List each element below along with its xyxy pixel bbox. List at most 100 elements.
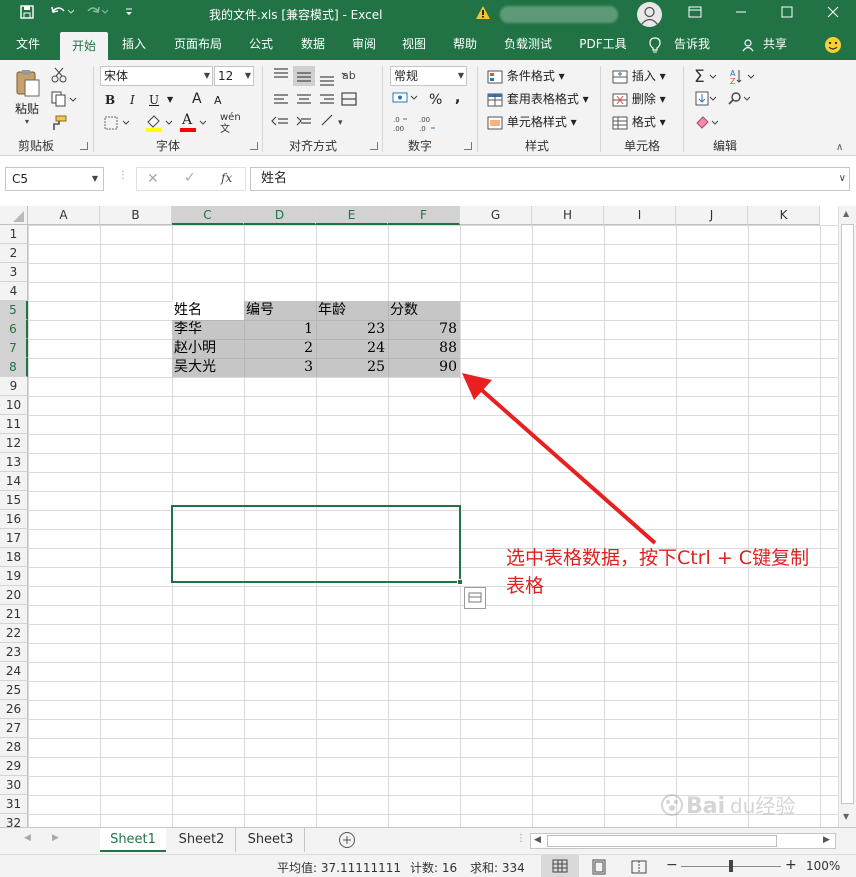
redo-icon[interactable] <box>84 5 112 23</box>
ribbon-divider <box>683 66 684 152</box>
tell-me-search[interactable]: 告诉我 <box>670 29 714 60</box>
underline-button[interactable]: U <box>149 90 159 110</box>
svg-text:du经验: du经验 <box>730 794 795 818</box>
tab-page-layout[interactable]: 页面布局 <box>166 29 230 60</box>
status-count: 计数: 16 <box>410 861 458 875</box>
scroll-right-icon[interactable]: ▶ <box>823 835 830 845</box>
vertical-scroll-thumb[interactable] <box>841 224 854 804</box>
paste-label: 粘贴 <box>14 102 39 116</box>
grow-font-button[interactable]: A <box>192 89 202 109</box>
tab-insert[interactable]: 插入 <box>112 29 156 60</box>
italic-button[interactable]: I <box>130 90 135 110</box>
tab-load-test[interactable]: 负载测试 <box>497 29 559 60</box>
format-cells-button[interactable]: 格式 ▾ <box>612 112 666 132</box>
normal-view-icon[interactable] <box>541 855 579 877</box>
tab-formulas[interactable]: 公式 <box>240 29 282 60</box>
number-format-dropdown[interactable]: 常规 ▼ <box>390 66 467 86</box>
cut-icon[interactable] <box>50 66 72 86</box>
borders-icon[interactable] <box>103 115 131 133</box>
avatar[interactable] <box>637 2 662 27</box>
sheet-tab-3[interactable]: Sheet3 <box>237 828 305 852</box>
close-icon[interactable] <box>810 0 856 29</box>
enter-icon[interactable]: ✓ <box>184 170 196 186</box>
sheet-tab-1[interactable]: Sheet1 <box>100 828 166 852</box>
copy-icon[interactable] <box>50 90 80 110</box>
ribbon-divider <box>262 66 263 152</box>
font-launcher-icon[interactable] <box>250 142 258 150</box>
name-box-value: C5 <box>12 172 29 186</box>
insert-function-button[interactable]: fx <box>221 171 232 185</box>
cells-group-label: 单元格 <box>624 139 661 153</box>
paste-button[interactable]: 粘贴 ▾ <box>10 68 44 134</box>
scroll-up-icon[interactable]: ▲ <box>843 209 849 218</box>
tab-file[interactable]: 文件 <box>4 29 52 60</box>
tab-help[interactable]: 帮助 <box>444 29 486 60</box>
smiley-feedback-icon[interactable] <box>822 29 844 60</box>
customize-quick-access-icon[interactable] <box>120 5 138 23</box>
font-color-button[interactable]: A <box>178 112 208 133</box>
formula-content: 姓名 <box>261 171 288 186</box>
tab-pdf-tools[interactable]: PDF工具 <box>572 29 634 60</box>
font-size-dropdown[interactable]: 12 ▼ <box>214 66 254 86</box>
underline-dropdown-icon[interactable]: ▼ <box>167 90 173 110</box>
formula-input[interactable]: 姓名 ∨ <box>250 167 850 191</box>
accounting-format-icon[interactable] <box>391 90 421 108</box>
conditional-formatting-button[interactable]: 条件格式 ▾ <box>487 66 565 86</box>
vertical-scrollbar[interactable]: ▲ ▼ <box>838 206 856 827</box>
clipboard-launcher-icon[interactable] <box>80 142 88 150</box>
ribbon-display-options-icon[interactable] <box>672 0 718 29</box>
prev-sheet-icon[interactable]: ◀ <box>24 833 31 843</box>
horizontal-scrollbar[interactable]: ◀ ▶ <box>530 833 836 849</box>
cancel-icon[interactable]: ✕ <box>147 171 159 187</box>
number-launcher-icon[interactable] <box>464 142 472 150</box>
zoom-in-button[interactable]: + <box>785 857 797 873</box>
scroll-left-icon[interactable]: ◀ <box>534 835 541 845</box>
lightbulb-icon[interactable] <box>646 29 664 60</box>
svg-text:▾: ▾ <box>338 118 343 128</box>
sheet-tab-2[interactable]: Sheet2 <box>168 828 236 852</box>
delete-cells-button[interactable]: 删除 ▾ <box>612 89 666 109</box>
alignment-buttons: ab ▾ <box>270 65 365 135</box>
insert-cells-button[interactable]: 插入 ▾ <box>612 66 666 86</box>
phonetic-guide-button[interactable]: wén 文 <box>220 112 241 135</box>
minimize-icon[interactable] <box>718 0 764 29</box>
maximize-icon[interactable] <box>764 0 810 29</box>
fill-color-icon[interactable] <box>144 113 174 133</box>
share-button[interactable]: 共享 <box>760 29 790 60</box>
worksheet-grid[interactable]: ABCDEFGHIJK 1 2 3 4 5 6 7 8 9 10 11 12 13 14 15 16 17 18 1… <box>0 206 838 827</box>
add-sheet-icon[interactable] <box>338 831 356 849</box>
font-name-dropdown[interactable]: 宋体 ▼ <box>100 66 213 86</box>
decimal-buttons[interactable]: .0.00.00.0 <box>391 114 441 134</box>
format-as-table-button[interactable]: 套用表格格式 ▾ <box>487 89 589 109</box>
tab-view[interactable]: 视图 <box>393 29 435 60</box>
undo-icon[interactable] <box>48 5 76 23</box>
share-user-icon[interactable] <box>740 29 758 60</box>
conditional-formatting-label: 条件格式 <box>506 69 555 83</box>
scroll-down-icon[interactable]: ▼ <box>843 812 849 821</box>
tab-data[interactable]: 数据 <box>292 29 334 60</box>
format-painter-icon[interactable] <box>50 114 72 134</box>
number-format-value: 常规 <box>394 69 419 83</box>
cell-styles-button[interactable]: 单元格样式 ▾ <box>487 112 577 132</box>
next-sheet-icon[interactable]: ▶ <box>52 833 59 843</box>
bold-button[interactable]: B <box>105 90 115 110</box>
status-bar: 平均值: 37.11111111 计数: 16 求和: 334 − + 100% <box>0 854 856 877</box>
shrink-font-button[interactable]: A <box>214 91 222 111</box>
zoom-out-button[interactable]: − <box>666 857 678 873</box>
warning-icon <box>474 5 492 23</box>
collapse-ribbon-icon[interactable]: ∧ <box>836 142 843 153</box>
percent-button[interactable]: % <box>429 90 442 110</box>
alignment-launcher-icon[interactable] <box>370 142 378 150</box>
comma-button[interactable]: , <box>455 88 460 108</box>
zoom-level[interactable]: 100% <box>806 859 840 873</box>
tab-split-grip-icon[interactable]: ⋮ <box>516 833 526 844</box>
page-layout-view-icon[interactable] <box>590 858 608 876</box>
tab-review[interactable]: 审阅 <box>343 29 385 60</box>
tab-home[interactable]: 开始 <box>60 32 108 60</box>
page-break-view-icon[interactable] <box>630 858 648 876</box>
zoom-slider-thumb[interactable] <box>729 860 733 872</box>
horizontal-scroll-thumb[interactable] <box>547 835 777 847</box>
name-box[interactable]: C5 ▼ <box>5 167 104 191</box>
editing-buttons[interactable]: Σ A Z <box>692 65 762 135</box>
save-icon[interactable] <box>18 5 36 23</box>
